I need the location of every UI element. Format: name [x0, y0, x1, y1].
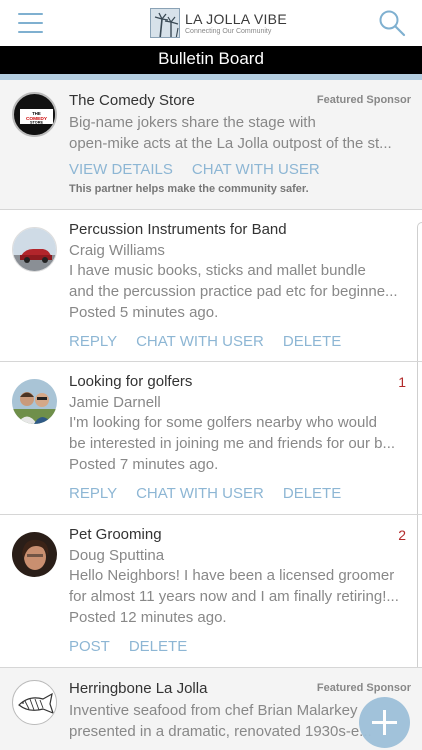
- post-actions: POST DELETE: [69, 638, 410, 655]
- post-title: The Comedy Store: [69, 92, 195, 109]
- list-item[interactable]: Percussion Instruments for Band Craig Wi…: [0, 210, 422, 362]
- chat-with-user-button[interactable]: CHAT WITH USER: [136, 485, 264, 502]
- add-post-button[interactable]: [359, 697, 410, 748]
- post-title: Percussion Instruments for Band: [69, 221, 287, 238]
- top-bar: LA JOLLA VIBE Connecting Our Community: [0, 0, 422, 46]
- list-item[interactable]: Featured Sponsor Herringbone La Jolla In…: [0, 668, 422, 750]
- list-item[interactable]: 1 Looking for golfers Jamie Darnell I'm …: [0, 362, 422, 515]
- reply-button[interactable]: REPLY: [69, 485, 117, 502]
- post-button[interactable]: POST: [69, 638, 110, 655]
- post-snippet: Big-name jokers share the stage with ope…: [69, 114, 392, 152]
- comedy-store-avatar: THE COMEDY STORE: [12, 92, 57, 137]
- herringbone-avatar: [12, 680, 57, 725]
- search-icon[interactable]: [378, 9, 406, 37]
- delete-button[interactable]: DELETE: [129, 638, 187, 655]
- svg-text:THE: THE: [32, 111, 41, 116]
- app-logo[interactable]: LA JOLLA VIBE Connecting Our Community: [150, 7, 287, 39]
- view-details-button[interactable]: VIEW DETAILS: [69, 161, 173, 178]
- menu-icon[interactable]: [18, 12, 43, 34]
- user-avatar: [12, 379, 57, 424]
- reply-button[interactable]: REPLY: [69, 333, 117, 350]
- post-actions: REPLY CHAT WITH USER DELETE: [69, 485, 410, 502]
- post-author: Doug Sputtina: [69, 547, 165, 564]
- chat-with-user-button[interactable]: CHAT WITH USER: [136, 333, 264, 350]
- post-timestamp: Posted 5 minutes ago.: [69, 304, 219, 321]
- post-author: Craig Williams: [69, 242, 165, 259]
- post-snippet: I have music books, sticks and mallet bu…: [69, 262, 398, 300]
- app-tagline: Connecting Our Community: [185, 27, 272, 35]
- post-author: Jamie Darnell: [69, 394, 161, 411]
- post-snippet: I'm looking for some golfers nearby who …: [69, 414, 396, 452]
- svg-text:STORE: STORE: [30, 121, 43, 125]
- chat-with-user-button[interactable]: CHAT WITH USER: [192, 161, 320, 178]
- post-title: Pet Grooming: [69, 526, 162, 543]
- delete-button[interactable]: DELETE: [283, 485, 341, 502]
- user-avatar: [12, 227, 57, 272]
- sponsor-note: This partner helps make the community sa…: [69, 183, 309, 195]
- page-title: Bulletin Board: [0, 46, 422, 74]
- post-timestamp: Posted 12 minutes ago.: [69, 609, 227, 626]
- post-title: Herringbone La Jolla: [69, 680, 208, 697]
- list-item[interactable]: THE COMEDY STORE Featured Sponsor The Co…: [0, 80, 422, 210]
- post-timestamp: Posted 7 minutes ago.: [69, 456, 219, 473]
- list-item[interactable]: 2 Pet Grooming Doug Sputtina Hello Neigh…: [0, 515, 422, 668]
- post-snippet: Hello Neighbors! I have been a licensed …: [69, 567, 399, 605]
- palm-trees-logo-icon: [150, 8, 180, 38]
- delete-button[interactable]: DELETE: [283, 333, 341, 350]
- app-name: LA JOLLA VIBE: [185, 10, 287, 27]
- post-actions: REPLY CHAT WITH USER DELETE: [69, 333, 410, 350]
- user-avatar: [12, 532, 57, 577]
- post-actions: VIEW DETAILS CHAT WITH USER: [69, 161, 410, 178]
- post-title: Looking for golfers: [69, 373, 193, 390]
